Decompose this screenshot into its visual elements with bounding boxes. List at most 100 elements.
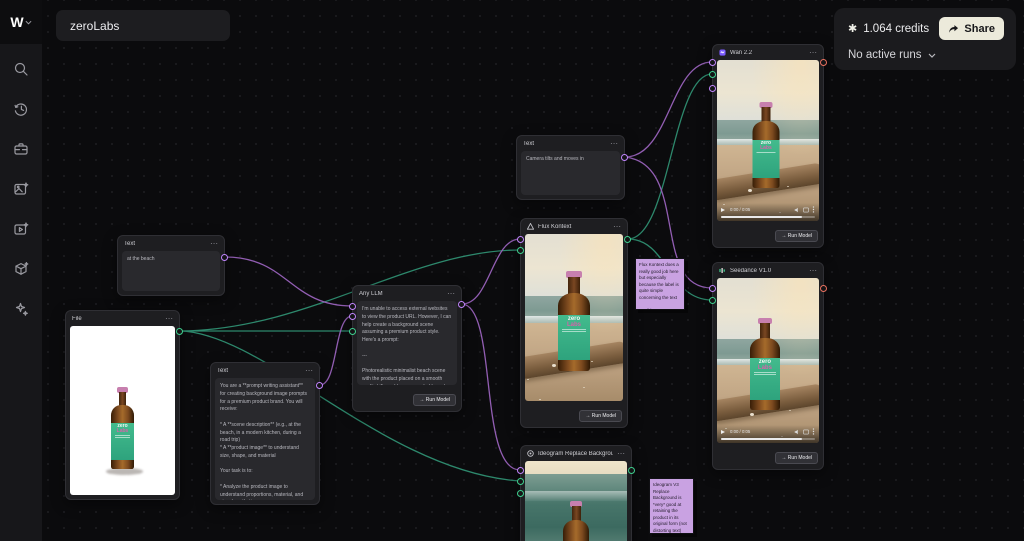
video-controls[interactable]: 0:00 / 0:05 xyxy=(717,203,819,221)
node-menu-icon[interactable]: ⋯ xyxy=(617,451,625,457)
input-port-system[interactable] xyxy=(349,313,356,320)
generated-video[interactable]: zero Labs 0:00 / 0:05 xyxy=(717,278,819,443)
run-model-button[interactable]: → Run Model xyxy=(775,452,818,464)
video-controls[interactable]: 0:00 / 0:05 xyxy=(717,425,819,443)
wire-anyllm-to-ideogram[interactable] xyxy=(462,304,520,470)
node-header[interactable]: Seedance V1.0 ⋯ xyxy=(713,263,823,278)
node-header[interactable]: Wan 2.2 ⋯ xyxy=(713,45,823,60)
output-port-text[interactable] xyxy=(458,301,465,308)
node-text-scene[interactable]: Text ⋯ at the beach xyxy=(117,235,225,296)
output-port-video[interactable] xyxy=(820,285,827,292)
volume-icon[interactable] xyxy=(794,429,800,435)
video-time: 0:00 / 0:05 xyxy=(730,429,791,434)
input-port-negative[interactable] xyxy=(709,85,716,92)
node-flux-kontext[interactable]: Flux Kontext ⋯ zero Labs xyxy=(520,218,628,428)
node-menu-icon[interactable]: ⋯ xyxy=(809,268,817,274)
sticky-note-ideogram[interactable]: Ideogram V3 Replace Background is *very*… xyxy=(649,478,694,534)
node-title: Ideogram Replace Background xyxy=(538,451,613,457)
output-port-text[interactable] xyxy=(316,382,323,389)
toolbox-icon[interactable] xyxy=(12,140,30,158)
input-port-image[interactable] xyxy=(349,328,356,335)
fullscreen-icon[interactable] xyxy=(803,429,809,435)
kebab-icon[interactable] xyxy=(812,206,815,213)
input-port-image[interactable] xyxy=(517,478,524,485)
chevron-down-icon xyxy=(928,53,936,58)
node-text-camera[interactable]: Text ⋯ Camera tilts and moves in xyxy=(516,135,625,200)
app-logo[interactable]: W xyxy=(0,0,42,44)
active-runs-dropdown[interactable]: No active runs xyxy=(848,49,1004,61)
wire-textcamera-to-wan[interactable] xyxy=(625,62,712,157)
generated-video[interactable]: zero Labs 0:00 / 0:05 xyxy=(717,60,819,221)
output-port-video[interactable] xyxy=(820,59,827,66)
node-menu-icon[interactable]: ⋯ xyxy=(447,291,455,297)
share-button[interactable]: Share xyxy=(939,17,1004,40)
node-header[interactable]: Ideogram Replace Background ⋯ xyxy=(521,446,631,461)
input-port-prompt[interactable] xyxy=(517,236,524,243)
input-port-image[interactable] xyxy=(709,297,716,304)
node-seedance[interactable]: Seedance V1.0 ⋯ zero Labs xyxy=(712,262,824,470)
output-port-text[interactable] xyxy=(221,254,228,261)
run-model-button[interactable]: → Run Model xyxy=(413,394,456,406)
input-port-prompt[interactable] xyxy=(709,59,716,66)
node-menu-icon[interactable]: ⋯ xyxy=(809,50,817,56)
llm-output-text[interactable]: I'm unable to access external websites t… xyxy=(357,301,457,385)
node-menu-icon[interactable]: ⋯ xyxy=(165,316,173,322)
node-header[interactable]: File ⋯ xyxy=(66,311,179,326)
image-generate-icon[interactable] xyxy=(12,180,30,198)
output-port-image[interactable] xyxy=(176,328,183,335)
node-header[interactable]: Text ⋯ xyxy=(211,363,319,378)
node-menu-icon[interactable]: ⋯ xyxy=(210,241,218,247)
output-port-image[interactable] xyxy=(628,467,635,474)
input-port-image[interactable] xyxy=(517,247,524,254)
progress-bar[interactable] xyxy=(721,216,815,218)
wire-flux-to-wan[interactable] xyxy=(628,74,712,239)
text-content[interactable]: Camera tilts and moves in xyxy=(521,151,620,195)
node-header[interactable]: Any LLM ⋯ xyxy=(353,286,461,301)
bottle xyxy=(561,501,591,541)
node-text-system[interactable]: Text ⋯ You are a **prompt writing assist… xyxy=(210,362,320,505)
wire-textsystem-to-anyllm[interactable] xyxy=(320,316,352,385)
input-port-image[interactable] xyxy=(709,71,716,78)
input-port-prompt[interactable] xyxy=(349,303,356,310)
run-model-button[interactable]: → Run Model xyxy=(579,410,622,422)
search-icon[interactable] xyxy=(12,60,30,78)
video-generate-icon[interactable] xyxy=(12,220,30,238)
wire-anyllm-to-flux[interactable] xyxy=(462,239,520,304)
output-port-image[interactable] xyxy=(624,236,631,243)
node-file[interactable]: File ⋯ zero Labs xyxy=(65,310,180,500)
node-any-llm[interactable]: Any LLM ⋯ I'm unable to access external … xyxy=(352,285,462,412)
generated-image: zero Labs xyxy=(525,234,623,401)
ai-sparkles-icon[interactable] xyxy=(12,300,30,318)
history-icon[interactable] xyxy=(12,100,30,118)
3d-object-icon[interactable] xyxy=(12,260,30,278)
bottle: zero Labs xyxy=(750,102,781,188)
play-icon[interactable] xyxy=(721,430,725,434)
input-port-prompt[interactable] xyxy=(709,285,716,292)
node-menu-icon[interactable]: ⋯ xyxy=(610,141,618,147)
input-port-mask[interactable] xyxy=(517,490,524,497)
share-icon xyxy=(948,24,959,34)
node-header[interactable]: Flux Kontext ⋯ xyxy=(521,219,627,234)
node-wan[interactable]: Wan 2.2 ⋯ zero Labs xyxy=(712,44,824,248)
node-menu-icon[interactable]: ⋯ xyxy=(613,224,621,230)
workflow-canvas[interactable]: Text ⋯ at the beach File ⋯ zero Labs xyxy=(0,0,1024,541)
text-content[interactable]: You are a **prompt writing assistant** f… xyxy=(215,378,315,500)
node-ideogram[interactable]: Ideogram Replace Background ⋯ xyxy=(520,445,632,541)
project-title-pill[interactable]: zeroLabs xyxy=(56,10,230,41)
volume-icon[interactable] xyxy=(794,207,800,213)
node-header[interactable]: Text ⋯ xyxy=(517,136,624,151)
progress-bar[interactable] xyxy=(721,438,815,440)
node-footer: → Run Model xyxy=(713,447,823,469)
kebab-icon[interactable] xyxy=(812,428,815,435)
sticky-note-flux[interactable]: Flux Kontext does a really good job here… xyxy=(635,258,685,310)
input-port-prompt[interactable] xyxy=(517,467,524,474)
text-content[interactable]: at the beach xyxy=(122,251,220,291)
node-menu-icon[interactable]: ⋯ xyxy=(305,368,313,374)
run-model-button[interactable]: → Run Model xyxy=(775,230,818,242)
play-icon[interactable] xyxy=(721,208,725,212)
output-port-text[interactable] xyxy=(621,154,628,161)
bottle-label: zero Labs xyxy=(111,423,133,460)
fullscreen-icon[interactable] xyxy=(803,207,809,213)
node-header[interactable]: Text ⋯ xyxy=(118,236,224,251)
bottle-body: zero Labs xyxy=(111,405,133,469)
